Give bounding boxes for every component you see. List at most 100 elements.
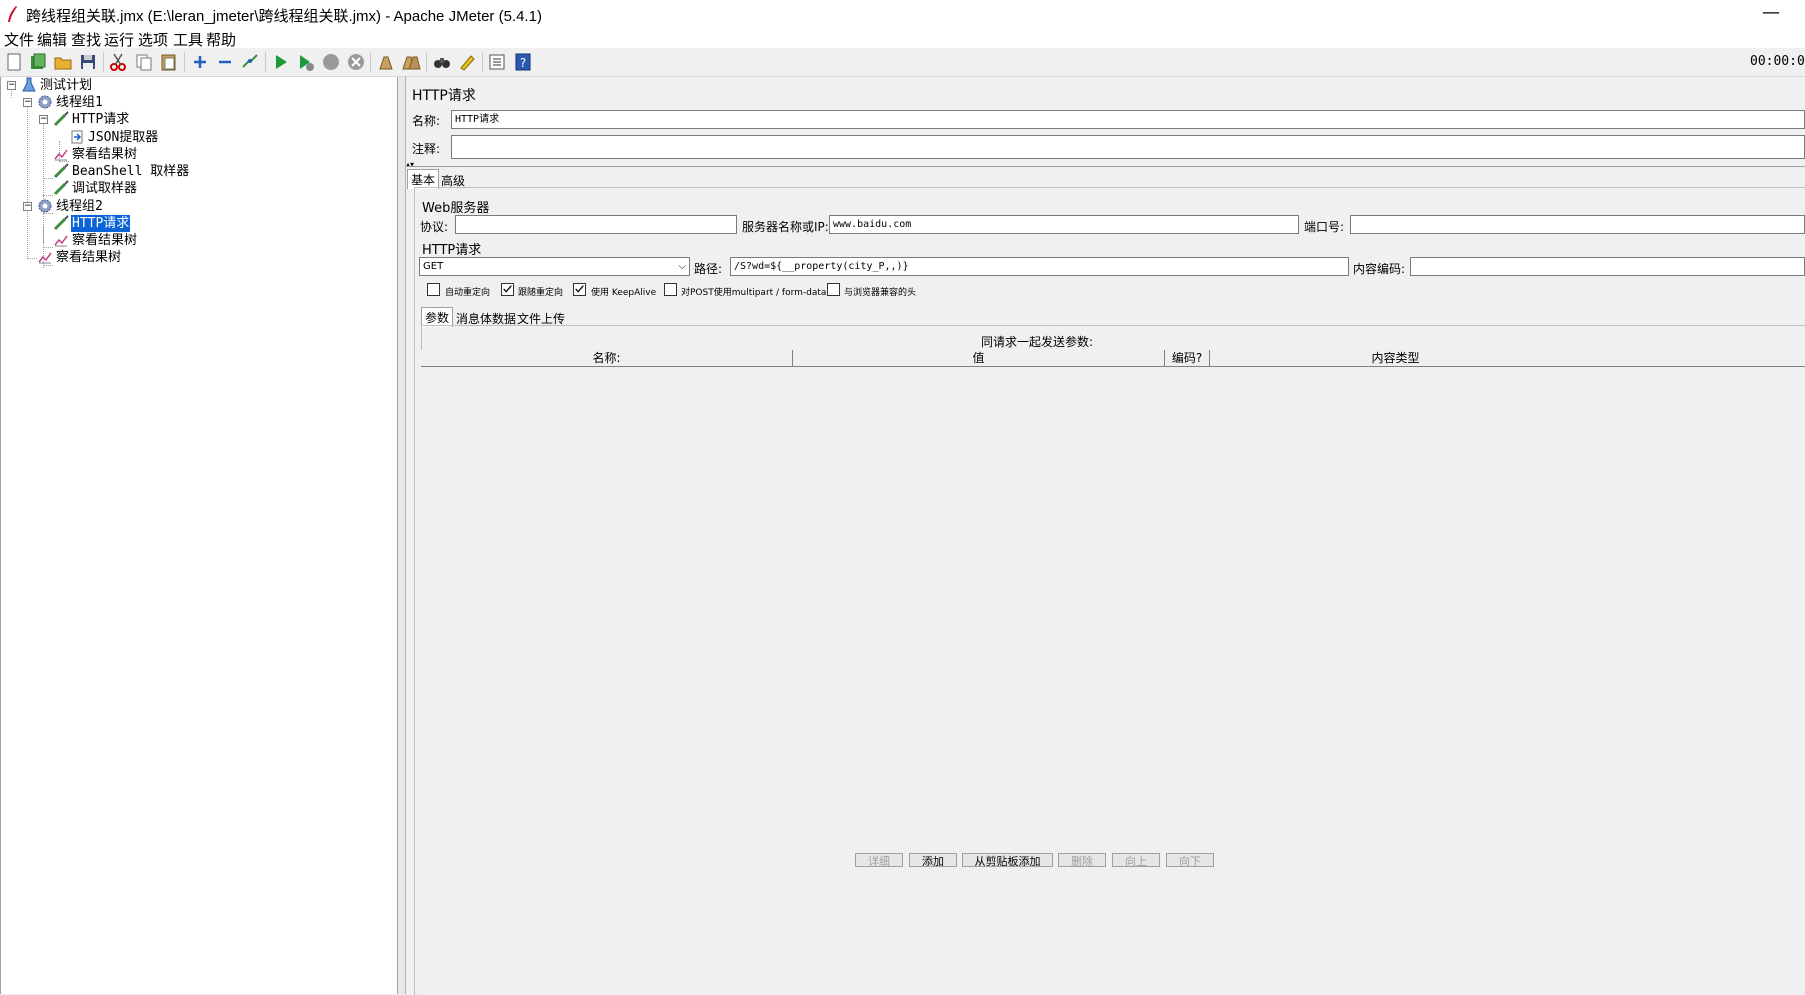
chevron-down-icon: ⌵ <box>678 261 686 272</box>
help-icon[interactable]: ? <box>513 52 533 72</box>
divider <box>406 166 1805 167</box>
paste-icon[interactable] <box>159 52 179 72</box>
name-field[interactable]: HTTP请求 <box>451 110 1805 129</box>
column-content-type[interactable]: 内容类型 <box>1210 350 1581 366</box>
follow-redirect-label: 跟随重定向 <box>518 288 564 298</box>
menu-edit[interactable]: 编辑 <box>37 29 67 50</box>
comment-field[interactable] <box>451 135 1805 159</box>
content-encoding-field[interactable] <box>1410 257 1805 276</box>
move-down-button[interactable]: 向下 <box>1166 853 1214 867</box>
keepalive-label: 使用 KeepAlive <box>591 288 657 298</box>
add-button[interactable]: 添加 <box>909 853 957 867</box>
reset-search-icon[interactable] <box>457 52 477 72</box>
start-no-timers-icon[interactable] <box>296 52 316 72</box>
tree-connector <box>43 195 53 197</box>
window-title: 跨线程组关联.jmx (E:\leran_jmeter\跨线程组关联.jmx) … <box>26 8 542 25</box>
checkbox-follow-redirect[interactable] <box>501 283 514 296</box>
params-table-header: 名称: 值 编码? 内容类型 <box>421 350 1805 367</box>
toolbar-separator <box>370 52 371 72</box>
collapse-toggle[interactable]: − <box>23 98 32 107</box>
search-icon[interactable] <box>432 52 452 72</box>
listener-icon <box>38 252 52 264</box>
collapse-toggle[interactable]: − <box>7 81 16 90</box>
tree-connector <box>43 123 45 243</box>
menu-tools[interactable]: 工具 <box>173 29 203 50</box>
function-helper-icon[interactable] <box>487 52 507 72</box>
server-label: 服务器名称或IP: <box>742 220 829 234</box>
start-icon[interactable] <box>271 52 291 72</box>
save-icon[interactable] <box>78 52 98 72</box>
column-name[interactable]: 名称: <box>421 350 792 366</box>
menu-bar: 文件 编辑 查找 运行 选项 工具 帮助 <box>0 28 1805 50</box>
tree-connector <box>11 89 13 98</box>
comment-label: 注释: <box>412 142 441 156</box>
collapse-toggle[interactable]: − <box>23 202 32 211</box>
tab-basic[interactable]: 基本 <box>407 169 440 189</box>
multipart-label: 对POST使用multipart / form-data <box>681 288 827 298</box>
port-field[interactable] <box>1350 215 1805 234</box>
open-icon[interactable] <box>53 52 73 72</box>
column-encode[interactable]: 编码? <box>1165 350 1209 366</box>
thread-group-icon <box>38 199 52 213</box>
params-title: 同请求一起发送参数: <box>981 335 1094 349</box>
move-up-button[interactable]: 向上 <box>1112 853 1160 867</box>
checkbox-keepalive[interactable] <box>573 283 586 296</box>
column-value[interactable]: 值 <box>793 350 1164 366</box>
toolbar-separator <box>103 52 104 72</box>
menu-search[interactable]: 查找 <box>71 29 101 50</box>
checkbox-browser-compatible[interactable] <box>827 283 840 296</box>
sampler-icon <box>53 111 69 127</box>
detail-button[interactable]: 详细 <box>855 853 903 867</box>
stop-icon[interactable] <box>321 52 341 72</box>
jmeter-feather-icon <box>8 6 17 22</box>
tree-connector <box>43 178 53 180</box>
copy-icon[interactable] <box>134 52 154 72</box>
tab-parameters[interactable]: 参数 <box>421 307 454 327</box>
shutdown-icon[interactable] <box>346 52 366 72</box>
delete-button[interactable]: 删除 <box>1058 853 1106 867</box>
menu-options[interactable]: 选项 <box>138 29 168 50</box>
auto-redirect-label: 自动重定向 <box>445 288 491 298</box>
clear-all-icon[interactable] <box>401 52 421 72</box>
name-label: 名称: <box>412 114 441 128</box>
toolbar-separator <box>265 52 266 72</box>
collapse-arrows-icon[interactable]: ▴▾ <box>406 160 414 169</box>
server-field[interactable]: www.baidu.com <box>829 215 1299 234</box>
svg-text:?: ? <box>520 56 526 70</box>
port-label: 端口号: <box>1304 220 1345 234</box>
menu-help[interactable]: 帮助 <box>206 29 236 50</box>
toggle-icon[interactable] <box>240 52 260 72</box>
checkbox-auto-redirect[interactable] <box>427 283 440 296</box>
web-server-section: Web服务器 <box>422 201 490 216</box>
sampler-icon <box>53 180 69 196</box>
tree-connector <box>27 106 29 208</box>
new-icon[interactable] <box>4 52 24 72</box>
http-request-editor: HTTP请求 名称: HTTP请求 注释: ▴▾ 基本 高级 Web服务器 协议… <box>406 77 1805 995</box>
sampler-icon <box>53 163 69 179</box>
protocol-field[interactable] <box>455 215 737 234</box>
protocol-label: 协议: <box>420 220 449 234</box>
tree-connector <box>43 265 53 267</box>
collapse-toggle[interactable]: − <box>39 115 48 124</box>
clear-icon[interactable] <box>376 52 396 72</box>
path-field[interactable]: /S?wd=${__property(city_P,,)} <box>730 257 1349 276</box>
toolbar-separator <box>426 52 427 72</box>
minimize-button[interactable]: — <box>1762 2 1780 23</box>
elapsed-timer: 00:00:0 <box>1750 54 1805 69</box>
checkbox-multipart[interactable] <box>664 283 677 296</box>
templates-icon[interactable] <box>28 52 48 72</box>
path-label: 路径: <box>694 262 723 276</box>
menu-file[interactable]: 文件 <box>4 29 34 50</box>
sampler-icon <box>53 215 69 231</box>
menu-run[interactable]: 运行 <box>104 29 134 50</box>
content-encoding-label: 内容编码: <box>1353 262 1406 276</box>
test-plan-tree: − − − − 测试计划 线程组1 HTTP请求 JSON提取器 察看结果树 B… <box>0 77 398 994</box>
collapse-icon[interactable] <box>215 52 235 72</box>
pane-splitter[interactable] <box>398 77 406 994</box>
params-table-body[interactable] <box>421 367 1805 994</box>
add-from-clipboard-button[interactable]: 从剪贴板添加 <box>962 853 1053 867</box>
expand-icon[interactable] <box>190 52 210 72</box>
method-select[interactable]: GET ⌵ <box>419 257 690 276</box>
cut-icon[interactable] <box>108 52 128 72</box>
tree-connector <box>27 210 29 259</box>
